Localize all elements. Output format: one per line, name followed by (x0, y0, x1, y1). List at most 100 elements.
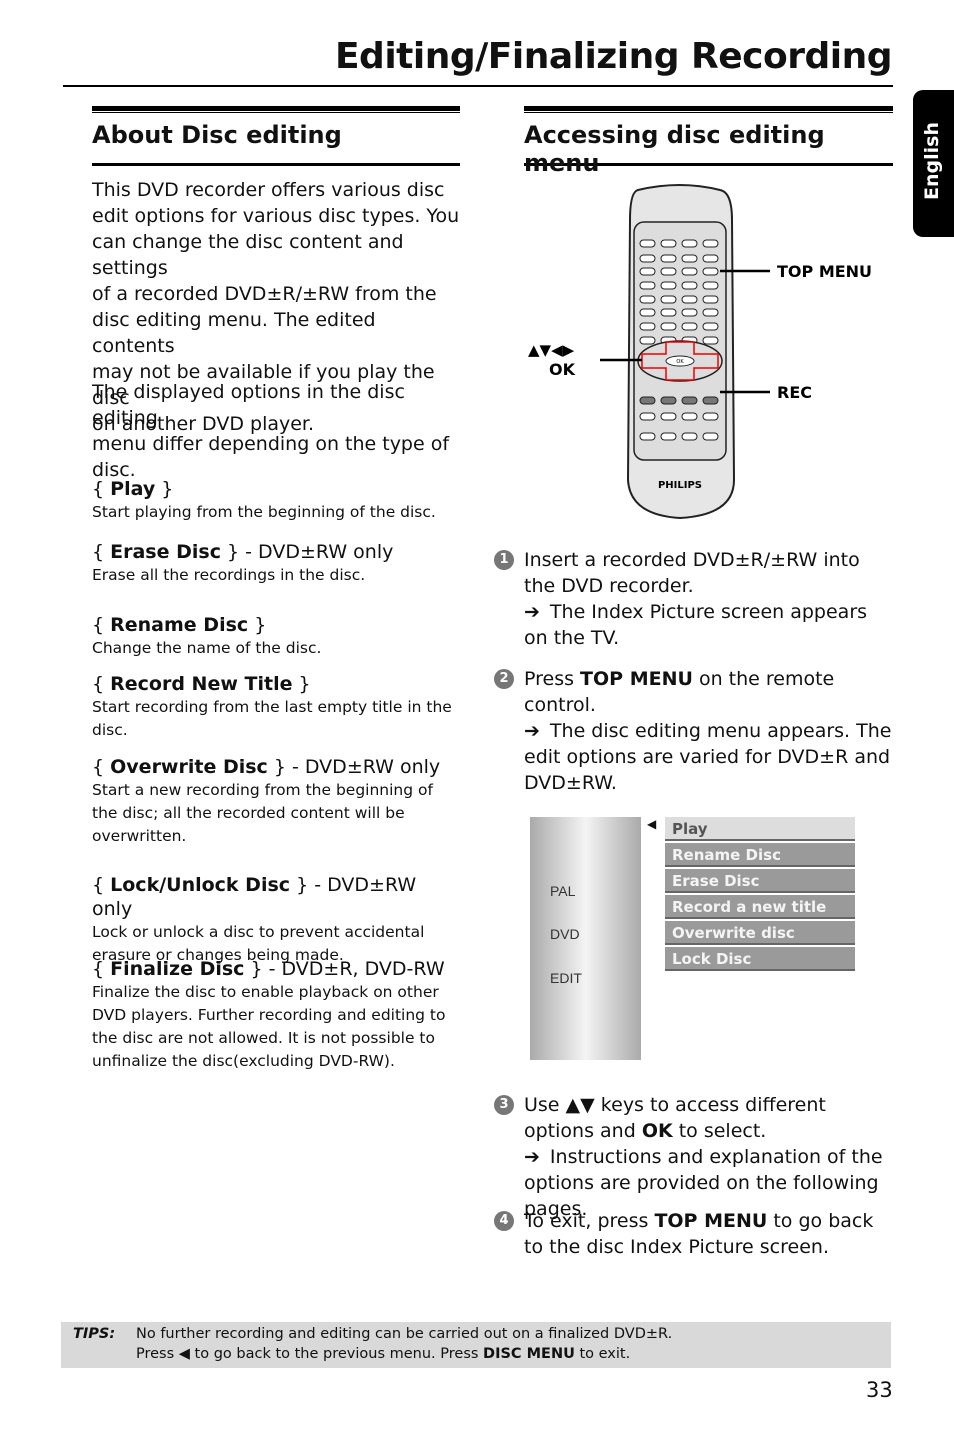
option-name: Finalize Disc (110, 958, 245, 980)
remote-button (639, 308, 656, 317)
osd-menu-item: Rename Disc (665, 843, 855, 867)
option-heading: { Record New Title } (92, 673, 311, 695)
option-heading: { Overwrite Disc } - DVD±RW only (92, 756, 441, 778)
remote-button (639, 396, 656, 405)
remote-button (639, 336, 656, 345)
remote-button (660, 295, 677, 304)
remote-button (639, 412, 656, 421)
text-line: This DVD recorder offers various disc (92, 179, 445, 201)
remote-button (681, 432, 698, 441)
remote-button (660, 432, 677, 441)
option-name: Erase Disc (110, 541, 221, 563)
text-line: of a recorded DVD±R/±RW from the (92, 283, 437, 305)
remote-button (702, 281, 719, 290)
option-heading: { Lock/Unlock Disc } - DVD±RW only (92, 874, 417, 920)
language-label: English (921, 122, 943, 200)
option-description: Start a new recording from the beginning… (92, 781, 433, 845)
osd-menu-item: Play (665, 817, 855, 841)
remote-button (660, 322, 677, 331)
option-suffix: - DVD±RW only (285, 756, 441, 778)
ok-button-label: OK (676, 359, 684, 365)
text-line: The displayed options in the disc editin… (92, 381, 405, 429)
result-arrow-icon: ➔ (524, 720, 540, 742)
osd-side-label: EDIT (550, 970, 582, 986)
section-heading-accessing: Accessing disc editing menu (524, 106, 893, 177)
remote-button (702, 412, 719, 421)
result-arrow-icon: ➔ (524, 1146, 540, 1168)
intro-paragraph-2: The displayed options in the disc editin… (92, 379, 462, 483)
remote-control-illustration: OK PHILIPS TOP MENU REC ▲▼◀▶ OK (528, 184, 872, 520)
remote-button (702, 239, 719, 248)
remote-button (681, 295, 698, 304)
title-rule (63, 85, 893, 87)
option-name: Record New Title (110, 673, 293, 695)
remote-button (681, 239, 698, 248)
osd-menu-item: Erase Disc (665, 869, 855, 893)
tips-text: No further recording and editing can be … (136, 1324, 672, 1364)
option-suffix: - DVD±RW only (239, 541, 394, 563)
result-arrow-icon: ➔ (524, 601, 540, 623)
option-description: Erase all the recordings in the disc. (92, 566, 366, 584)
remote-button (639, 432, 656, 441)
remote-button (702, 396, 719, 405)
remote-button (702, 308, 719, 317)
remote-button (639, 239, 656, 248)
rec-callout: REC (777, 383, 812, 402)
step-number-badge: 2 (494, 669, 514, 689)
page-number: 33 (866, 1378, 893, 1402)
remote-button (660, 281, 677, 290)
osd-side-label: PAL (550, 883, 576, 899)
step-3: 3 Use ▲▼ keys to access different options… (494, 1092, 894, 1222)
remote-button (681, 396, 698, 405)
option-entry: { Finalize Disc } - DVD±R, DVD-RW Finaliz… (92, 957, 462, 1073)
osd-side-label: DVD (550, 926, 580, 942)
remote-button (702, 432, 719, 441)
osd-menu-item: Lock Disc (665, 947, 855, 971)
language-tab: English (913, 90, 954, 237)
brand-logo: PHILIPS (658, 480, 702, 491)
step-text: Use ▲▼ keys to access different options … (524, 1092, 894, 1222)
option-description: Finalize the disc to enable playback on … (92, 983, 446, 1070)
option-heading: { Erase Disc } - DVD±RW only (92, 541, 394, 563)
tips-label: TIPS: (73, 1326, 116, 1342)
option-entry: { Record New Title } Start recording from… (92, 672, 462, 742)
remote-button (681, 322, 698, 331)
step-number-badge: 4 (494, 1211, 514, 1231)
option-name: Lock/Unlock Disc (110, 874, 291, 896)
section-heading-about: About Disc editing (92, 106, 460, 166)
option-name: Rename Disc (110, 614, 249, 636)
remote-button (702, 322, 719, 331)
text-line: edit options for various disc types. You (92, 205, 460, 227)
option-entry: { Erase Disc } - DVD±RW only Erase all th… (92, 540, 462, 587)
step-result: ➔ The disc editing menu appears. The edit… (524, 720, 892, 794)
tips-line: No further recording and editing can be … (136, 1326, 673, 1342)
step-4: 4 To exit, press TOP MENU to go back to t… (494, 1208, 894, 1260)
remote-button (660, 308, 677, 317)
text-line: can change the disc content and settings (92, 231, 404, 279)
step-number-badge: 3 (494, 1095, 514, 1115)
osd-menu-item: Record a new title (665, 895, 855, 919)
option-description: Start recording from the last empty titl… (92, 698, 452, 739)
heading-text: About Disc editing (92, 121, 342, 149)
remote-button (660, 239, 677, 248)
option-description: Start playing from the beginning of the … (92, 503, 436, 521)
step-text: To exit, press TOP MENU to go back to th… (524, 1210, 874, 1258)
remote-button (681, 267, 698, 276)
option-name: Play (110, 478, 156, 500)
tips-box: TIPS: No further recording and editing c… (61, 1322, 891, 1368)
remote-button (702, 267, 719, 276)
remote-button (660, 267, 677, 276)
option-entry: { Rename Disc } Change the name of the di… (92, 613, 462, 660)
remote-button (639, 281, 656, 290)
top-menu-callout: TOP MENU (777, 262, 872, 281)
option-heading: { Play } (92, 478, 174, 500)
remote-button (681, 308, 698, 317)
remote-button (681, 281, 698, 290)
text-line: menu differ depending on the type of (92, 433, 450, 455)
remote-button (639, 267, 656, 276)
option-entry: { Play } Start playing from the beginning… (92, 477, 462, 524)
remote-button (660, 254, 677, 263)
option-name: Overwrite Disc (110, 756, 268, 778)
left-pointer-icon: ◀ (647, 817, 657, 831)
option-entry: { Overwrite Disc } - DVD±RW only Start a … (92, 755, 462, 848)
